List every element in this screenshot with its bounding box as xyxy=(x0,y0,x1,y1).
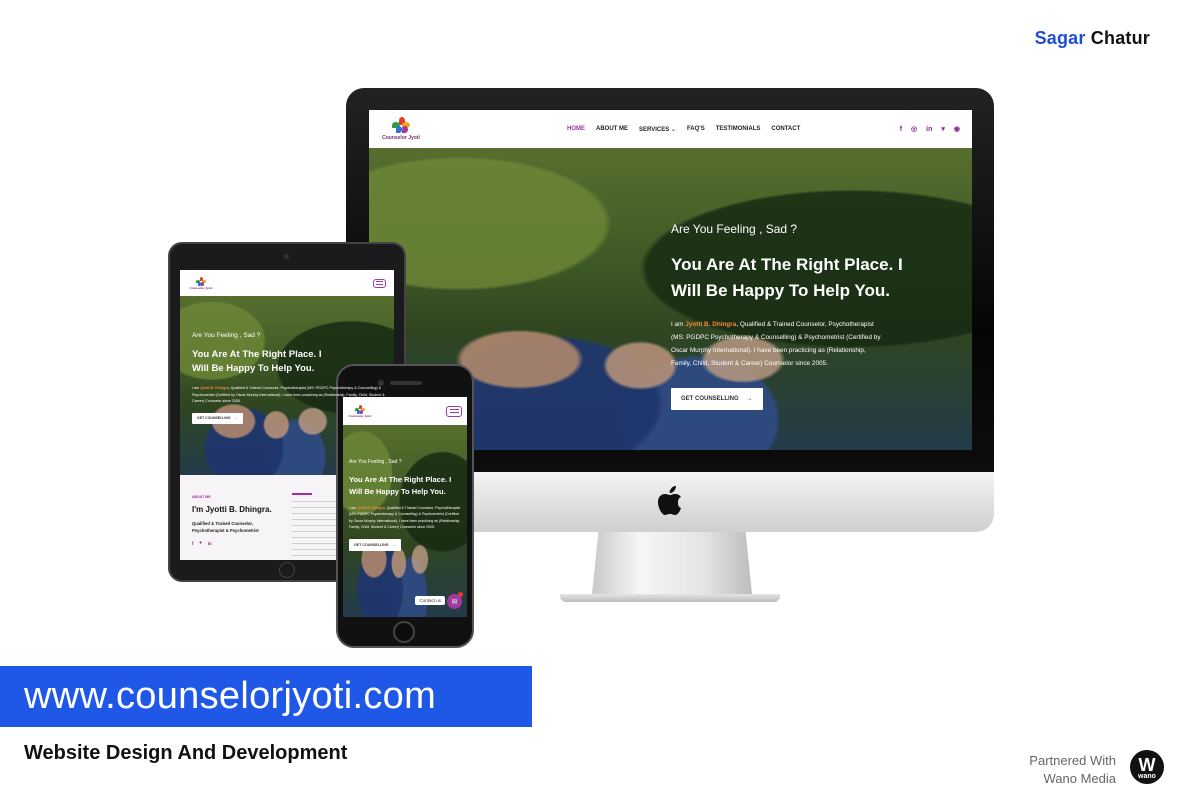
arrow-right-icon: → xyxy=(234,416,239,420)
tablet-hero-kicker: Are You Feeling , Sad ? xyxy=(192,332,261,339)
mobile-hero-description: I am Jyotti B. Dhingra, Qualified & Trai… xyxy=(349,505,463,531)
phone-home-button[interactable] xyxy=(393,621,415,643)
tablet-home-button[interactable] xyxy=(279,562,295,578)
twitter-icon[interactable]: ▾ xyxy=(941,125,945,133)
desktop-site-logo[interactable]: Counselor Jyoti xyxy=(381,117,421,141)
imac-stand xyxy=(592,532,752,594)
tablet-desc-line-1: , Qualified & Trained Counselor, Psychot… xyxy=(228,386,307,390)
mobile-hero: Are You Feeling , Sad ? You Are At The R… xyxy=(343,425,467,617)
tablet-navbar: Counselor Jyoti xyxy=(180,270,394,296)
about-title: I'm Jyotti B. Dhingra. xyxy=(192,505,272,514)
twitter-icon[interactable]: ▾ xyxy=(200,540,202,546)
brand-last-name: Chatur xyxy=(1090,28,1150,48)
mobile-hero-title-2: Will Be Happy To Help You. xyxy=(349,487,446,496)
flower-logo-icon xyxy=(392,117,410,133)
tablet-social-links: f ▾ in xyxy=(192,540,292,546)
nav-testimonials[interactable]: TESTIMONIALS xyxy=(716,126,761,132)
project-subtitle: Website Design And Development xyxy=(24,742,348,764)
linkedin-icon[interactable]: in xyxy=(208,541,212,546)
nav-services[interactable]: SERVICES ⌄ xyxy=(639,126,676,133)
partner-line-2: Wano Media xyxy=(1043,771,1117,786)
hero-desc-prefix: I am xyxy=(671,321,686,328)
whatsapp-icon[interactable]: ◉ xyxy=(954,125,960,133)
desktop-navbar: Counselor Jyoti HOME ABOUT ME SERVICES ⌄… xyxy=(369,110,972,148)
wano-logo-letter: W xyxy=(1138,755,1156,775)
apple-logo-icon xyxy=(658,486,681,515)
mobile-desc-prefix: I am xyxy=(349,506,357,510)
desktop-social-links: f ◎ in ▾ ◉ xyxy=(900,125,960,134)
hero-desc-line-1: , Qualified & Trained Counselor, Psychot… xyxy=(736,321,874,328)
hamburger-menu-icon[interactable] xyxy=(446,405,462,417)
imac-foot xyxy=(560,594,780,602)
flower-logo-icon xyxy=(196,276,206,286)
nav-home[interactable]: HOME xyxy=(567,126,585,132)
partner-line-1: Partnered With xyxy=(1029,753,1116,768)
about-label: ABOUT ME xyxy=(192,495,211,499)
hero-description: I am Jyotti B. Dhingra, Qualified & Trai… xyxy=(671,318,961,370)
facebook-icon[interactable]: f xyxy=(900,126,902,133)
tablet-cta-label: GET COUNSELLING xyxy=(197,416,231,420)
mobile-hero-kicker: Are You Feeling , Sad ? xyxy=(349,459,402,465)
hero-title-line-1: You Are At The Right Place. I xyxy=(671,255,903,274)
hamburger-menu-icon[interactable] xyxy=(373,278,386,288)
contact-us-tooltip: Contact us xyxy=(415,596,445,605)
nav-contact[interactable]: CONTACT xyxy=(771,126,800,132)
tablet-site-logo[interactable]: Counselor Jyoti xyxy=(188,276,214,290)
mobile-desc-name: Jyotti B. Dhingra xyxy=(356,506,385,510)
phone-speaker xyxy=(390,381,422,385)
hero-desc-line-4: Family, Child, Student & Career) Counsel… xyxy=(671,360,828,367)
about-accent-line xyxy=(292,493,312,495)
tablet-about-content: ABOUT ME I'm Jyotti B. Dhingra. Qualifie… xyxy=(192,495,292,546)
tablet-desc-line-3: Oscar Murphy International). I have been… xyxy=(235,392,346,397)
facebook-icon[interactable]: f xyxy=(192,541,194,546)
desktop-nav-menu: HOME ABOUT ME SERVICES ⌄ FAQ'S TESTIMONI… xyxy=(567,126,800,133)
partner-credit: Partnered With Wano Media xyxy=(1029,752,1116,788)
brand-first-name: Sagar xyxy=(1034,28,1086,48)
tablet-camera xyxy=(284,254,289,259)
tablet-hero-title-1: You Are At The Right Place. I xyxy=(192,349,322,360)
tablet-get-counselling-button[interactable]: GET COUNSELLING → xyxy=(192,412,244,424)
showcase-canvas: Sagar Chatur Counselor Jyoti HOME ABOUT xyxy=(0,0,1200,800)
tablet-hero-description: I am Jyotti B. Dhingra, Qualified & Trai… xyxy=(192,385,387,405)
mobile-desc-line-4: Family, Child, Student & Career) Counsel… xyxy=(349,525,435,530)
arrow-right-icon: → xyxy=(746,396,753,402)
mobile-desc-line-3: Oscar Murphy International). I have been… xyxy=(353,518,461,523)
nav-faqs[interactable]: FAQ'S xyxy=(687,126,705,132)
nav-services-label: SERVICES xyxy=(639,126,670,133)
chevron-down-icon: ⌄ xyxy=(670,126,676,133)
tablet-hero-title-2: Will Be Happy To Help You. xyxy=(192,363,315,374)
nav-about[interactable]: ABOUT ME xyxy=(596,126,628,132)
cta-label: GET COUNSELLING xyxy=(681,396,739,402)
get-counselling-button[interactable]: GET COUNSELLING → xyxy=(671,388,763,410)
mobile-get-counselling-button[interactable]: GET COUNSELLING → xyxy=(349,538,402,551)
arrow-right-icon: → xyxy=(392,542,397,547)
mobile-website-screen: Counselor Jyoti Are You Feeling , Sad ? … xyxy=(343,397,467,617)
hero-desc-line-2: (MS: PGDPC Psychotherapy & Counselling) … xyxy=(671,334,881,341)
wano-logo-text: wano xyxy=(1138,773,1156,780)
tablet-hero-content: Are You Feeling , Sad ? You Are At The R… xyxy=(192,332,387,424)
mobile-hero-title-1: You Are At The Right Place. I xyxy=(349,475,452,484)
desktop-logo-text: Counselor Jyoti xyxy=(382,135,420,141)
about-subtitle-2: Psychotherapist & Psychometrist xyxy=(192,528,259,533)
hero-desc-line-3: Oscar Murphy International). I have been… xyxy=(671,347,866,354)
about-subtitle-1: Qualified & Trained Counselor, xyxy=(192,521,253,526)
wano-logo: W wano xyxy=(1130,750,1164,784)
desktop-hero-content: Are You Feeling , Sad ? You Are At The R… xyxy=(671,222,961,410)
tablet-logo-text: Counselor Jyoti xyxy=(189,285,213,290)
hero-desc-name: Jyotti B. Dhingra xyxy=(685,321,737,328)
notification-dot xyxy=(458,592,463,597)
mobile-hero-title: You Are At The Right Place. I Will Be Ha… xyxy=(349,474,463,498)
instagram-icon[interactable]: ◎ xyxy=(911,125,917,133)
hero-kicker: Are You Feeling , Sad ? xyxy=(671,222,798,236)
mobile-hero-content: Are You Feeling , Sad ? You Are At The R… xyxy=(349,459,463,551)
hero-title-line-2: Will Be Happy To Help You. xyxy=(671,281,890,300)
mobile-desc-line-1: , Qualified & Trained Counselor, Psychot… xyxy=(384,506,461,510)
tablet-desc-name: Jyotti B. Dhingra xyxy=(200,386,229,390)
site-url-banner: www.counselorjyoti.com xyxy=(0,666,532,727)
mobile-cta-label: GET COUNSELLING xyxy=(354,542,389,547)
tablet-desc-prefix: I am xyxy=(192,386,200,390)
linkedin-icon[interactable]: in xyxy=(926,126,932,133)
designer-brand: Sagar Chatur xyxy=(1035,28,1150,49)
